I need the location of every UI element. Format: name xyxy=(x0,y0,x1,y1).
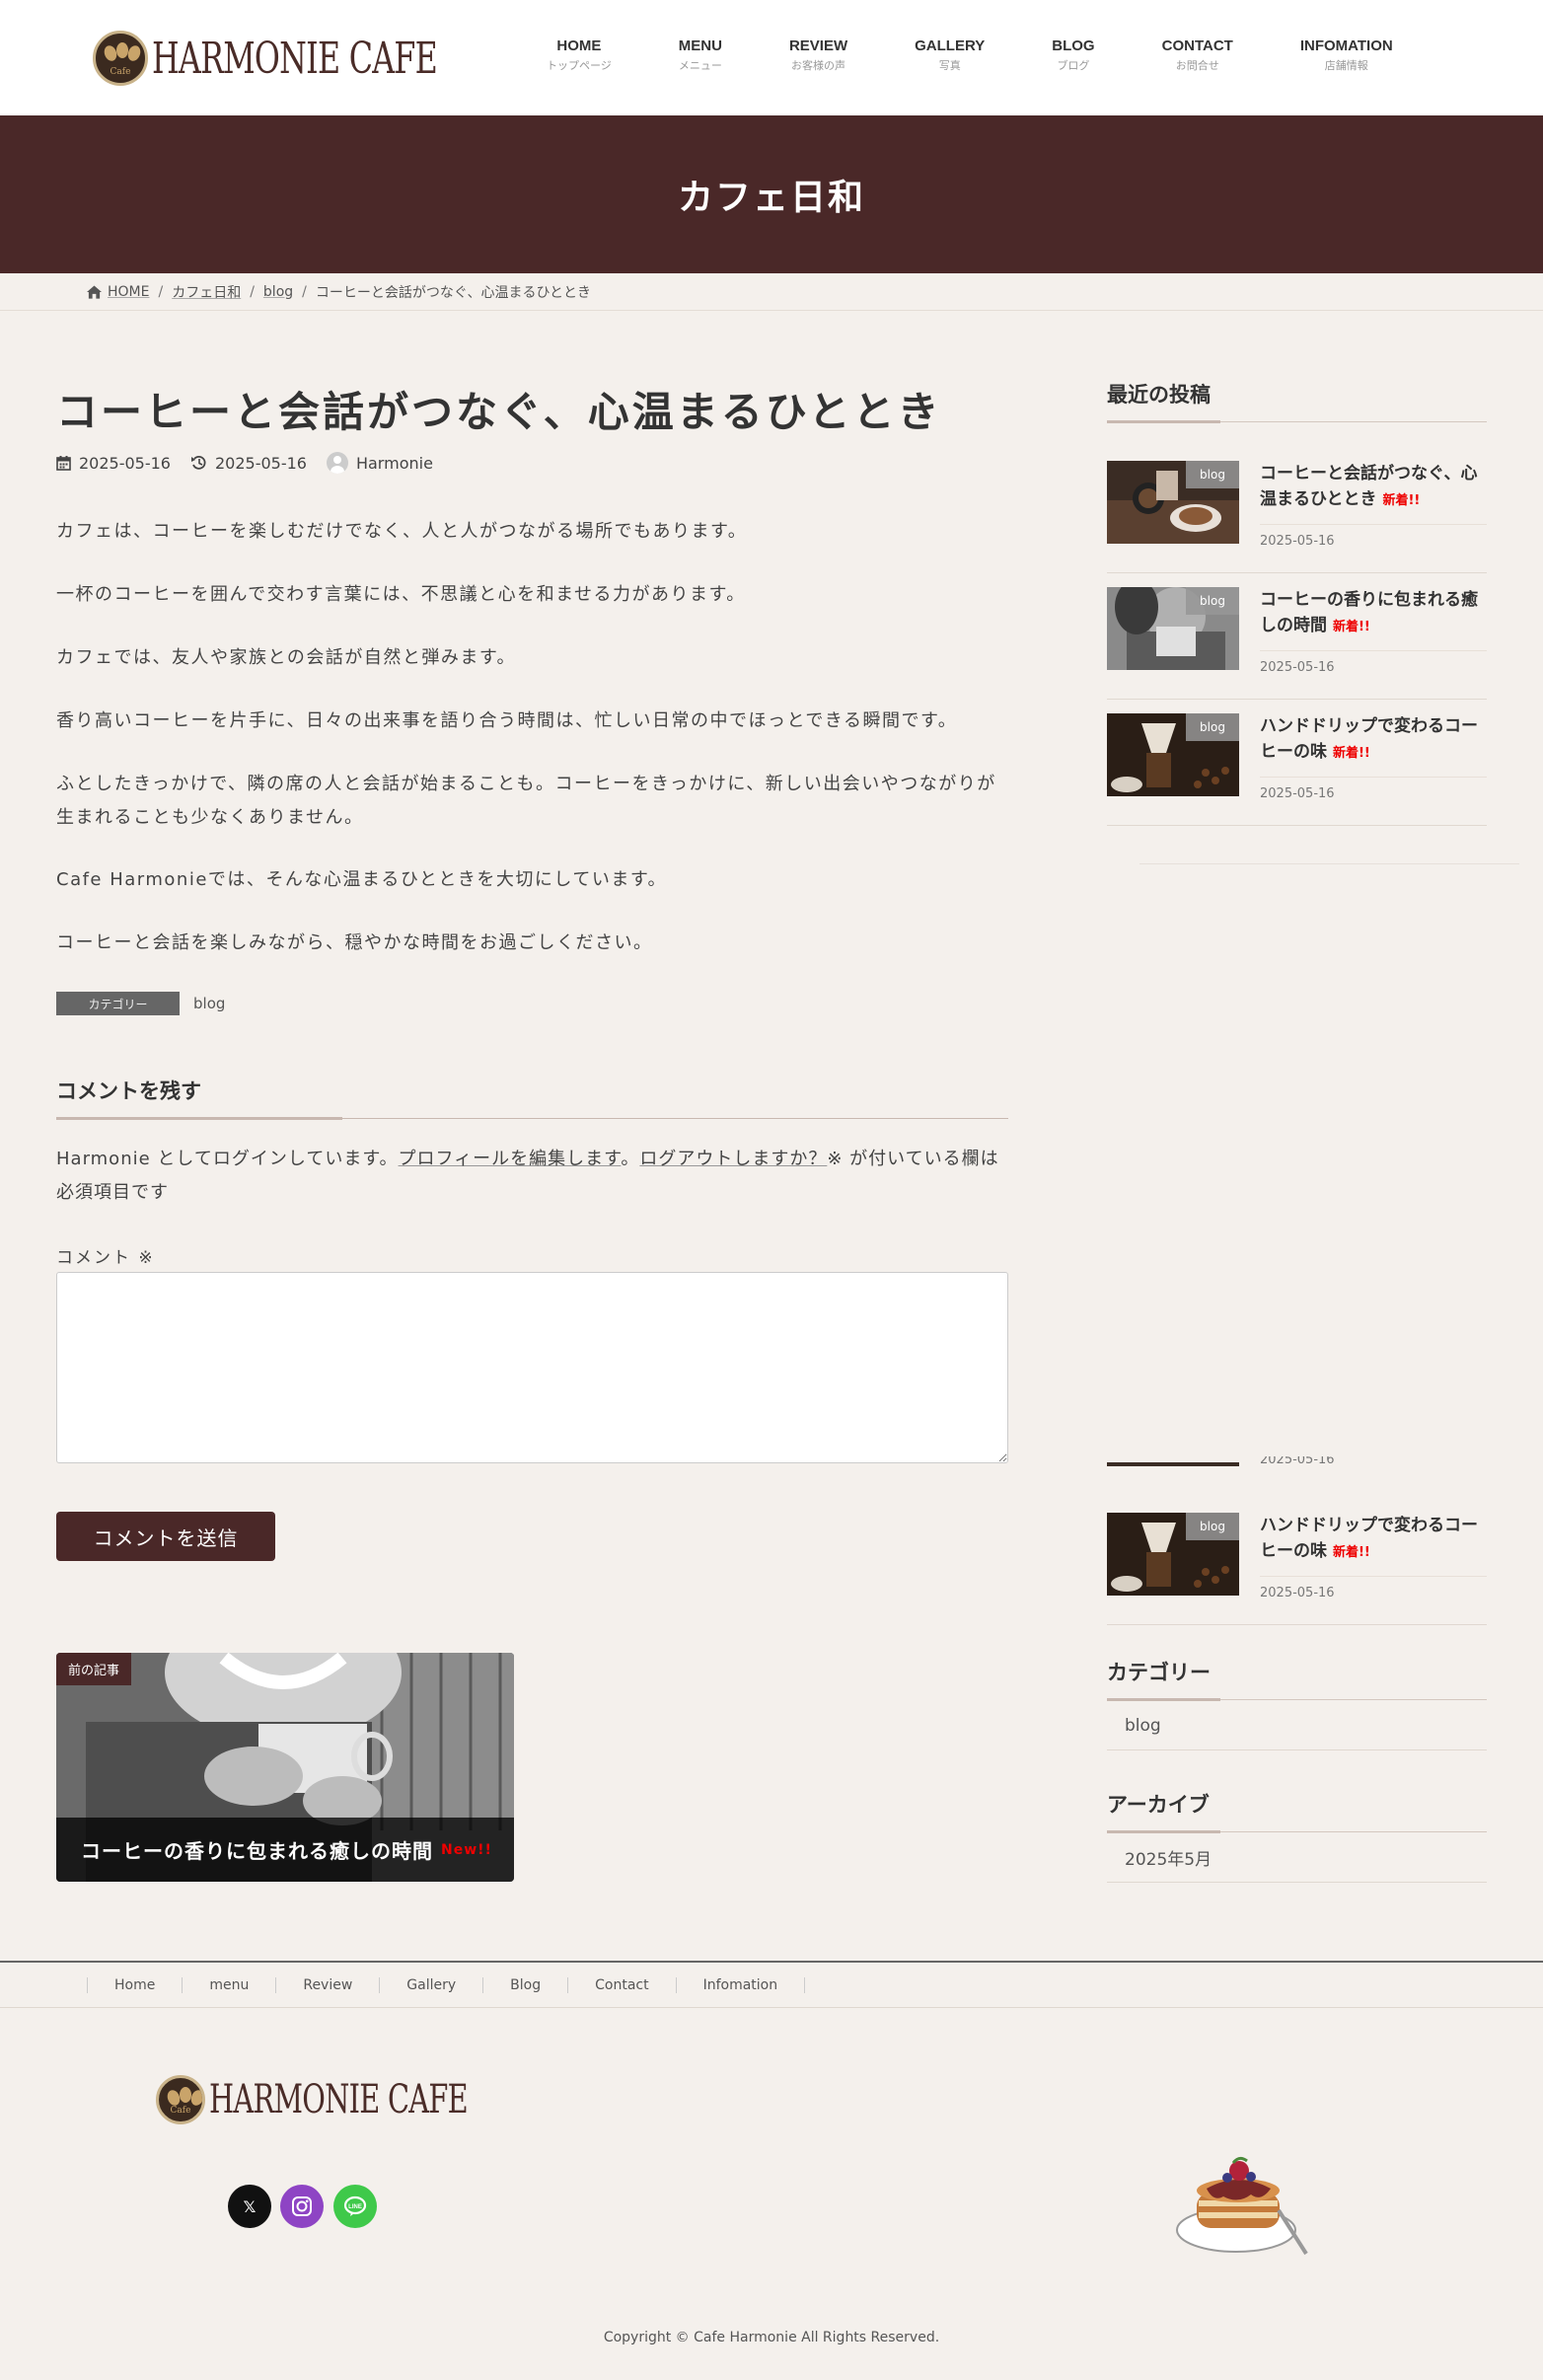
footer-nav-contact[interactable]: Contact xyxy=(567,1976,675,1993)
recent-post-title: コーヒーと会話がつなぐ、心温まるひととき xyxy=(1260,464,1478,509)
category-link[interactable]: blog xyxy=(193,995,225,1012)
breadcrumb: HOME / カフェ日和 / blog / コーヒーと会話がつなぐ、心温まるひと… xyxy=(0,273,1543,311)
history-icon xyxy=(190,455,206,470)
recent-post-tag: blog xyxy=(1186,713,1239,741)
recent-posts-heading: 最近の投稿 xyxy=(1107,379,1487,423)
archive-item[interactable]: 2025年5月 xyxy=(1107,1833,1487,1883)
recent-post-thumbnail: blog xyxy=(1107,587,1239,670)
svg-text:LINE: LINE xyxy=(348,2204,362,2210)
footer-nav-menu[interactable]: menu xyxy=(182,1976,275,1993)
site-logo[interactable]: Cafe HARMONIE CAFE xyxy=(93,31,548,86)
nav-infomation[interactable]: INFOMATION 店舗情報 xyxy=(1267,37,1427,73)
post-paragraph: カフェでは、友人や家族との会話が自然と弾みます。 xyxy=(56,647,517,668)
logo-badge-icon: Cafe xyxy=(156,2075,205,2124)
prev-post-caption: コーヒーの香りに包まれる癒しの時間 New!! xyxy=(56,1818,514,1882)
footer-nav-infomation[interactable]: Infomation xyxy=(675,1976,806,1993)
new-badge: 新着!! xyxy=(1333,1545,1370,1560)
instagram-icon[interactable] xyxy=(280,2185,324,2228)
line-icon[interactable]: LINE xyxy=(333,2185,377,2228)
post-paragraph: カフェは、コーヒーを楽しむだけでなく、人と人がつながる場所でもあります。 xyxy=(56,521,748,542)
category-item[interactable]: blog xyxy=(1107,1701,1487,1750)
nav-home[interactable]: HOME トップページ xyxy=(513,37,645,73)
recent-post-thumbnail-partial xyxy=(1107,1462,1239,1466)
home-icon xyxy=(87,284,102,299)
post-title: コーヒーと会話がつなぐ、心温まるひととき xyxy=(56,388,942,436)
recent-post-thumbnail: blog xyxy=(1107,713,1239,796)
post-author: Harmonie xyxy=(355,453,433,473)
recent-post-item[interactable]: blog ハンドドリップで変わるコーヒーの味 新着!! 2025-05-16 xyxy=(1107,700,1487,826)
global-nav: HOME トップページ MENU メニュー REVIEW お客様の声 GALLERY 写… xyxy=(513,37,1427,73)
nav-blog[interactable]: BLOG ブログ xyxy=(1018,37,1128,73)
category-widget-heading: カテゴリー xyxy=(1107,1657,1487,1701)
x-icon[interactable]: 𝕏 xyxy=(228,2185,271,2228)
post-paragraph: ふとしたきっかけで、隣の席の人と会話が始まることも。コーヒーをきっかけに、新しい… xyxy=(56,774,996,828)
logged-in-note: Harmonie としてログインしています。プロフィールを編集します。ログアウト… xyxy=(56,1149,999,1203)
recent-post-tag: blog xyxy=(1186,587,1239,615)
post-paragraph: 香り高いコーヒーを片手に、日々の出来事を語り合う時間は、忙しい日常の中でほっとで… xyxy=(56,710,958,731)
logo-badge-icon: Cafe xyxy=(93,31,148,86)
copyright: Copyright © Cafe Harmonie All Rights Res… xyxy=(603,2330,940,2345)
recent-post-date: 2025-05-16 xyxy=(1260,786,1335,801)
sidebar-divider xyxy=(1139,863,1519,864)
recent-post-item[interactable]: blog ハンドドリップで変わるコーヒーの味 新着!! 2025-05-16 xyxy=(1107,1499,1487,1625)
comment-section-heading: コメントを残す xyxy=(56,1076,1008,1120)
recent-post-date: 2025-05-16 xyxy=(1260,1586,1335,1600)
nav-menu[interactable]: MENU メニュー xyxy=(645,37,756,73)
recent-post-date: 2025-05-16 xyxy=(1260,534,1335,549)
recent-post-date: 2025-05-16 xyxy=(1260,660,1335,675)
site-header: Cafe HARMONIE CAFE HOME トップページ MENU メニュー R… xyxy=(0,0,1543,115)
post-paragraph: Cafe Harmonieでは、そんな心温まるひとときを大切にしています。 xyxy=(56,869,668,890)
calendar-icon xyxy=(56,455,71,471)
category-label: カテゴリー xyxy=(56,992,180,1015)
new-badge: 新着!! xyxy=(1333,620,1370,634)
footer-nav-home[interactable]: Home xyxy=(87,1976,182,1993)
archive-widget-heading: アーカイブ xyxy=(1107,1789,1487,1833)
recent-post-date-partial: 2025-05-16 xyxy=(1260,1456,1335,1466)
footer-nav-gallery[interactable]: Gallery xyxy=(379,1976,482,1993)
footer-logo[interactable]: Cafe HARMONIE CAFE xyxy=(156,2075,568,2124)
recent-post-thumbnail: blog xyxy=(1107,461,1239,544)
nav-gallery[interactable]: GALLERY 写真 xyxy=(881,37,1018,73)
post-paragraph: コーヒーと会話を楽しみながら、穏やかな時間をお過ごしください。 xyxy=(56,932,653,953)
prev-post-card[interactable]: 前の記事 コーヒーの香りに包まれる癒しの時間 New!! xyxy=(56,1653,514,1882)
submit-comment-button[interactable]: コメントを送信 xyxy=(56,1512,275,1561)
breadcrumb-blog[interactable]: blog xyxy=(263,284,293,300)
logo-text: HARMONIE CAFE xyxy=(209,2077,469,2122)
recent-post-item[interactable]: blog コーヒーの香りに包まれる癒しの時間 新着!! 2025-05-16 xyxy=(1107,573,1487,700)
breadcrumb-category[interactable]: カフェ日和 xyxy=(172,282,241,302)
breadcrumb-current: コーヒーと会話がつなぐ、心温まるひととき xyxy=(315,284,592,301)
post-published-date: 2025-05-16 xyxy=(79,453,171,473)
recent-post-tag: blog xyxy=(1186,461,1239,488)
comment-field-label: コメント ※ xyxy=(56,1248,155,1268)
post-updated-date: 2025-05-16 xyxy=(214,453,307,473)
new-badge: 新着!! xyxy=(1333,746,1370,761)
recent-post-thumbnail: blog xyxy=(1107,1513,1239,1596)
footer-nav: Home menu Review Gallery Blog Contact In… xyxy=(0,1961,1543,2008)
nav-contact[interactable]: CONTACT お問合せ xyxy=(1129,37,1267,73)
author-avatar xyxy=(326,452,348,474)
page-title: カフェ日和 xyxy=(677,178,865,218)
pancake-illustration xyxy=(1176,2156,1308,2256)
new-badge: New!! xyxy=(441,1841,492,1858)
footer-nav-blog[interactable]: Blog xyxy=(482,1976,567,1993)
nav-review[interactable]: REVIEW お客様の声 xyxy=(756,37,881,73)
breadcrumb-home[interactable]: HOME xyxy=(108,284,149,300)
post-paragraph: 一杯のコーヒーを囲んで交わす言葉には、不思議と心を和ませる力があります。 xyxy=(56,584,746,605)
page-banner: カフェ日和 xyxy=(0,115,1543,273)
edit-profile-link[interactable]: プロフィールを編集します xyxy=(399,1149,622,1169)
recent-post-item[interactable]: blog コーヒーと会話がつなぐ、心温まるひととき 新着!! 2025-05-16 xyxy=(1107,447,1487,573)
new-badge: 新着!! xyxy=(1382,493,1421,508)
post-meta: 2025-05-16 2025-05-16 Harmonie xyxy=(56,452,453,474)
comment-textarea[interactable] xyxy=(56,1272,1008,1463)
prev-post-tag: 前の記事 xyxy=(56,1653,132,1685)
logo-text: HARMONIE CAFE xyxy=(152,33,438,84)
post-category-row: カテゴリー blog xyxy=(56,992,225,1015)
recent-post-tag: blog xyxy=(1186,1513,1239,1540)
logout-link[interactable]: ログアウトしますか？ xyxy=(639,1149,827,1169)
footer-nav-review[interactable]: Review xyxy=(275,1976,379,1993)
prev-post-title: コーヒーの香りに包まれる癒しの時間 xyxy=(81,1839,433,1863)
